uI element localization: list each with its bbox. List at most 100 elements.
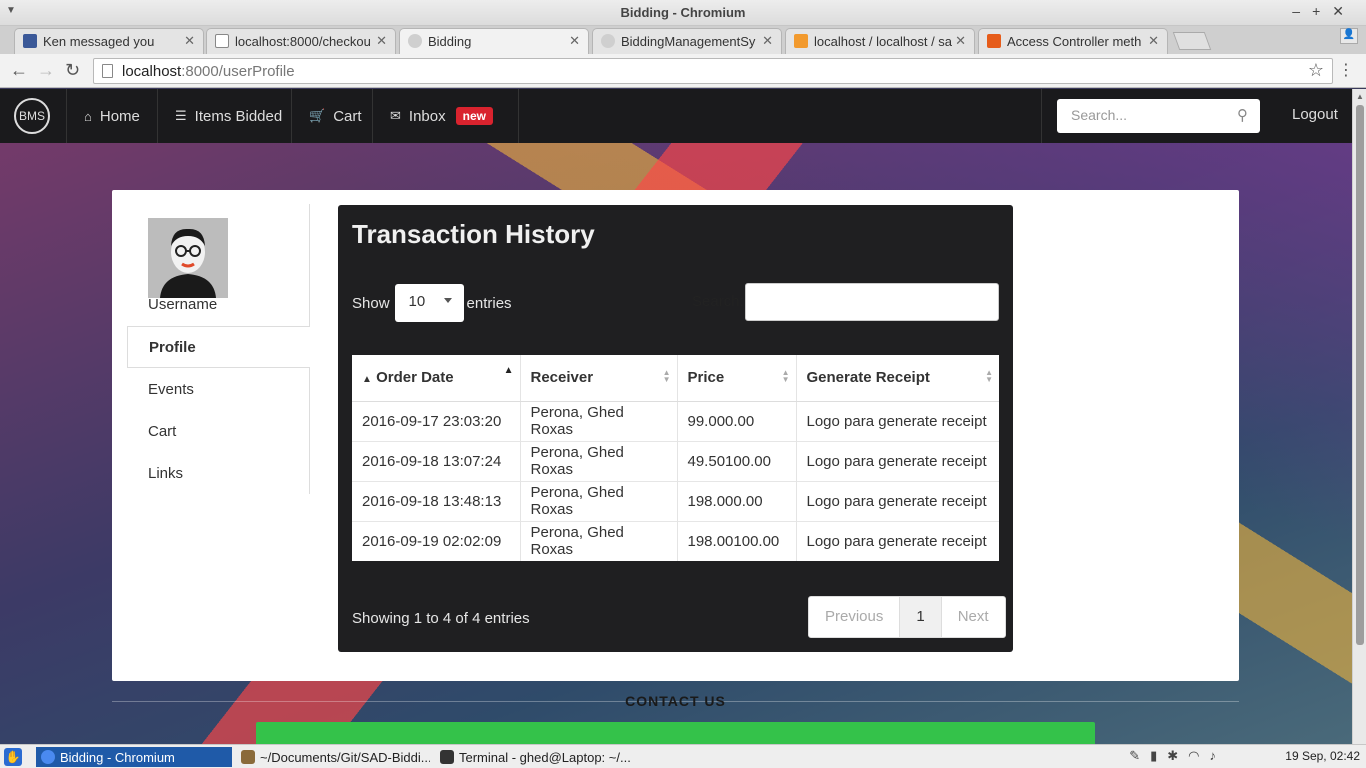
window-controls[interactable]: ‒+✕ [1292, 3, 1356, 20]
column-header-order-date[interactable]: ▲ Order Date ▲ [352, 355, 521, 402]
entries-per-page-select[interactable]: 10 [394, 284, 464, 322]
tab-label: localhost:8000/checkou [235, 34, 371, 49]
chevron-down-icon [443, 298, 452, 303]
close-icon[interactable]: ✕ [1148, 33, 1159, 49]
taskbar-task-chromium[interactable]: Bidding - Chromium [36, 747, 232, 767]
cell-price: 198.000.00 [677, 480, 797, 521]
nav-items-bidded[interactable]: ☰ Items Bidded [175, 89, 282, 143]
column-header-receiver[interactable]: Receiver ▲ ▼ [520, 355, 678, 402]
window-titlebar: ▼ Bidding - Chromium ‒+✕ [0, 0, 1366, 26]
next-page-button[interactable]: Next [942, 597, 1005, 637]
previous-page-button[interactable]: Previous [809, 597, 901, 637]
new-tab-button[interactable] [1172, 32, 1212, 50]
transaction-table: ▲ Order Date ▲ Receiver ▲▼ Price ▲▼ Ge [352, 355, 999, 561]
close-icon[interactable]: ✕ [569, 33, 580, 49]
logout-link[interactable]: Logout [1292, 106, 1338, 123]
cell-generate-receipt[interactable]: Logo para generate receipt [796, 480, 999, 521]
pagination: Previous 1 Next [808, 596, 1006, 638]
profile-icon[interactable]: 👤 [1340, 28, 1358, 44]
nav-inbox[interactable]: ✉ Inbox new [390, 89, 493, 143]
taskbar-task-label: Bidding - Chromium [60, 749, 175, 765]
cell-price: 99.000.00 [677, 400, 797, 441]
page-icon [215, 34, 229, 48]
taskbar-task-label: ~/Documents/Git/SAD-Biddi... [260, 749, 430, 765]
start-menu-icon[interactable]: ✋ [4, 748, 22, 766]
taskbar-task-label: Terminal - ghed@Laptop: ~/... [459, 749, 631, 765]
cell-generate-receipt[interactable]: Logo para generate receipt [796, 440, 999, 481]
back-icon[interactable]: ← [10, 60, 28, 81]
tab-label: Ken messaged you [43, 34, 155, 49]
page-scrollbar[interactable]: ▲ [1352, 89, 1366, 744]
browser-toolbar: ← → ↻ localhost:8000/userProfile ☆ ⋮ [0, 54, 1366, 88]
nav-divider [66, 89, 67, 143]
taskbar-task-terminal[interactable]: Terminal - ghed@Laptop: ~/... [435, 747, 635, 767]
profile-card: Username Profile Events Cart Links Trans… [112, 190, 1239, 681]
facebook-icon [23, 34, 37, 48]
contact-us-heading: CONTACT US [625, 693, 726, 709]
taskbar-task-file-manager[interactable]: ~/Documents/Git/SAD-Biddi... [236, 747, 430, 767]
sidebar-item-links[interactable]: Links [127, 452, 310, 494]
stackoverflow-icon [987, 34, 1001, 48]
sort-icon: ▲ ▼ [781, 368, 790, 384]
sort-asc-icon: ▲ [503, 365, 514, 376]
nav-inbox-label: Inbox [408, 107, 446, 125]
nav-items-bidded-label: Items Bidded [194, 107, 283, 125]
tab-phpmyadmin[interactable]: localhost / localhost / sa ✕ [785, 28, 975, 54]
sort-icon: ▲ ▼ [985, 368, 993, 384]
transaction-history-panel: Transaction History Show 10 entries Sear… [338, 205, 1013, 652]
tab-bidding-management[interactable]: BiddingManagementSy ✕ [592, 28, 782, 54]
folder-icon [241, 750, 255, 764]
nav-divider [1041, 89, 1042, 143]
column-header-price[interactable]: Price ▲ ▼ [677, 355, 797, 402]
cell-order-date: 2016-09-17 23:03:20 [352, 400, 521, 441]
address-bar[interactable]: localhost:8000/userProfile ☆ [93, 58, 1333, 84]
cell-order-date: 2016-09-18 13:07:24 [352, 440, 521, 481]
tab-facebook[interactable]: Ken messaged you ✕ [14, 28, 204, 54]
close-icon[interactable]: ✕ [376, 33, 387, 49]
profile-sidebar-menu: Profile Events Cart Links [127, 326, 310, 494]
taskbar: ✋ Bidding - Chromium ~/Documents/Git/SAD… [0, 744, 1366, 768]
nav-home[interactable]: ⌂ Home [84, 89, 140, 143]
sidebar-item-cart[interactable]: Cart [127, 410, 310, 452]
close-icon[interactable]: ✕ [955, 33, 966, 49]
site-navbar: BMS ⌂ Home ☰ Items Bidded 🛒 Cart ✉ Inbox new… [0, 89, 1352, 143]
close-icon[interactable]: ✕ [762, 33, 773, 49]
cell-receiver: Perona, Ghed Roxas [520, 400, 678, 441]
username-label: Username [148, 296, 218, 313]
cell-generate-receipt[interactable]: Logo para generate receipt [796, 520, 999, 561]
table-row: 2016-09-17 23:03:20 Perona, Ghed Roxas 9… [352, 400, 999, 441]
tab-bidding[interactable]: Bidding ✕ [399, 28, 589, 54]
entries-label: entries [466, 294, 512, 312]
nav-search-input[interactable]: Search... ⚲ [1057, 99, 1260, 133]
scrollbar-thumb[interactable] [1356, 105, 1364, 645]
table-row: 2016-09-18 13:48:13 Perona, Ghed Roxas 1… [352, 480, 999, 521]
tab-checkout[interactable]: localhost:8000/checkou ✕ [206, 28, 396, 54]
nav-cart[interactable]: 🛒 Cart [309, 89, 362, 143]
close-icon[interactable]: ✕ [184, 33, 195, 49]
column-header-generate-receipt[interactable]: Generate Receipt ▲ ▼ [796, 355, 999, 402]
tab-access-controller[interactable]: Access Controller meth ✕ [978, 28, 1168, 54]
window-title: Bidding - Chromium [620, 5, 746, 20]
brand-logo[interactable]: BMS [14, 98, 50, 134]
nav-divider [291, 89, 292, 143]
table-info: Showing 1 to 4 of 4 entries [352, 610, 530, 627]
forward-icon[interactable]: → [37, 60, 55, 81]
nav-cart-label: Cart [333, 107, 362, 125]
sort-icon: ▲ ▼ [662, 368, 671, 384]
page-1-button[interactable]: 1 [900, 597, 942, 637]
system-tray[interactable]: ✎▮✱◠♪ [1129, 748, 1226, 764]
scroll-up-icon[interactable]: ▲ [1356, 92, 1364, 101]
sidebar-item-profile[interactable]: Profile [127, 326, 310, 368]
sidebar-item-events[interactable]: Events [127, 368, 310, 410]
search-icon[interactable]: ⚲ [1237, 106, 1248, 124]
tab-label: localhost / localhost / sa [814, 34, 953, 49]
page-icon [102, 64, 113, 78]
url-text: localhost:8000/userProfile [122, 63, 295, 80]
reload-icon[interactable]: ↻ [65, 60, 80, 81]
table-search-input[interactable] [745, 283, 999, 321]
cart-icon: 🛒 [309, 108, 326, 123]
menu-icon[interactable]: ⋮ [1338, 60, 1354, 80]
chromium-icon [41, 750, 55, 764]
cell-generate-receipt[interactable]: Logo para generate receipt [796, 400, 999, 441]
bookmark-star-icon[interactable]: ☆ [1308, 60, 1324, 81]
